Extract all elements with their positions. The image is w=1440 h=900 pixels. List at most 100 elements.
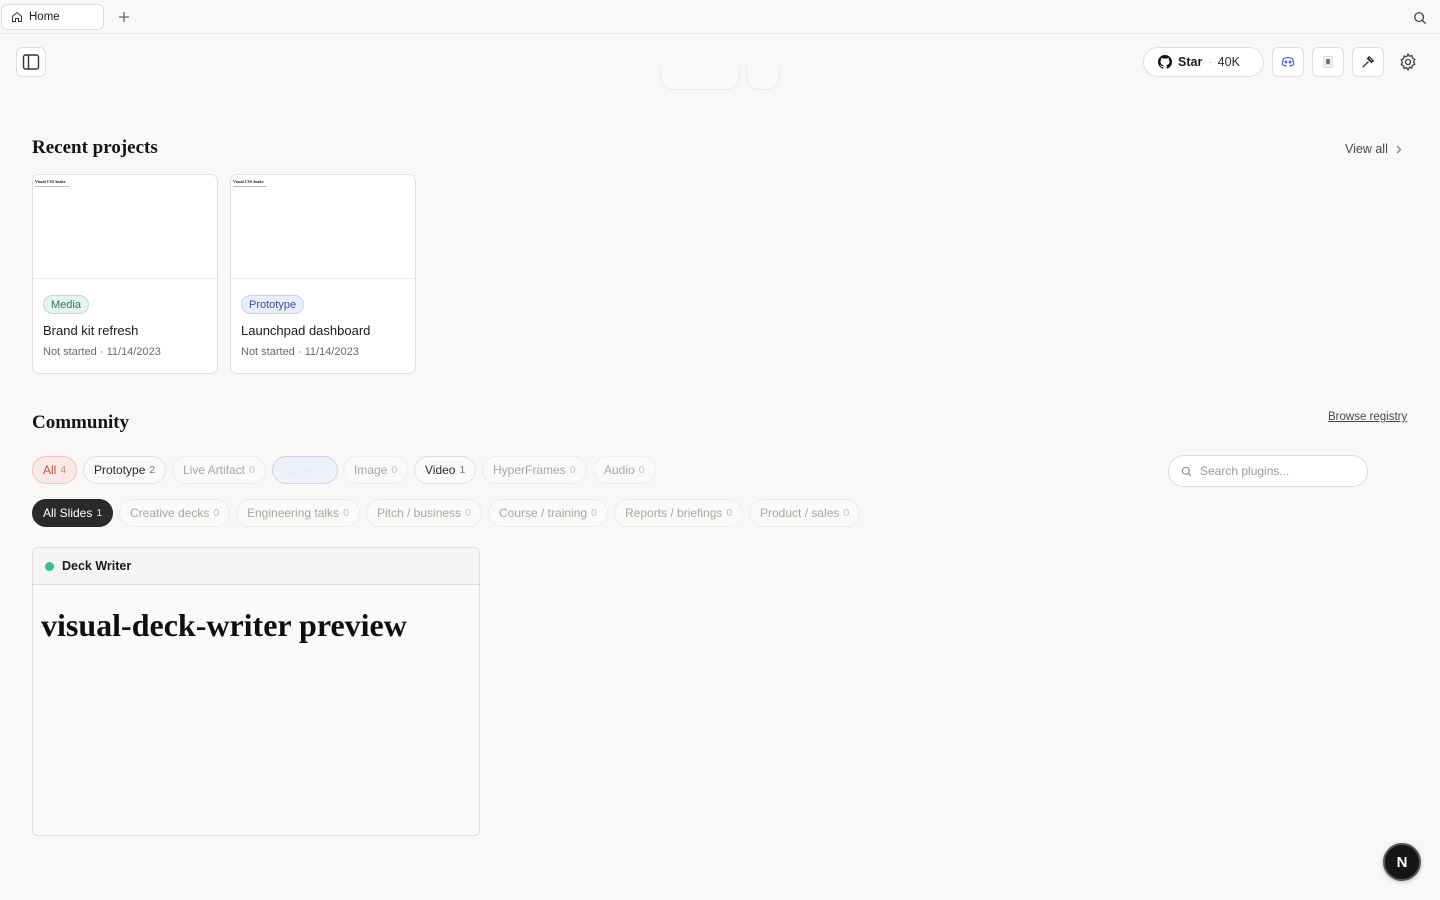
chip-label: Engineering talks: [247, 506, 340, 520]
sidebar-toggle-button[interactable]: [16, 47, 46, 77]
new-tab-button[interactable]: [116, 9, 132, 25]
discord-icon: [1281, 56, 1295, 67]
bookmark-icon: [1323, 56, 1333, 68]
bookmark-button[interactable]: [1312, 47, 1344, 77]
filter-chip-all[interactable]: All 4: [32, 456, 78, 484]
hammer-icon: [1362, 55, 1375, 68]
plugin-card[interactable]: Deck Writer visual-deck-writer preview: [32, 547, 480, 836]
chip-label: Creative decks: [130, 506, 210, 520]
chevron-right-icon: [1396, 145, 1402, 153]
chip-label: Pitch / business: [377, 506, 462, 520]
subfilter-chip-product-sales[interactable]: Product / sales 0: [749, 499, 861, 527]
plus-icon: [119, 12, 129, 22]
subfilter-chip-creative-decks[interactable]: Creative decks 0: [119, 499, 231, 527]
browse-registry-link[interactable]: Browse registry: [1328, 411, 1407, 423]
search-icon[interactable]: [1413, 11, 1427, 25]
chip-label: Prototype: [94, 463, 146, 477]
chip-label: Slides: [283, 463, 316, 477]
view-all-link[interactable]: View all: [1345, 142, 1402, 156]
view-all-label: View all: [1345, 142, 1388, 156]
project-status: Not started: [43, 346, 97, 358]
next-dev-badge[interactable]: N: [1383, 843, 1421, 881]
status-dot: [45, 561, 54, 571]
project-meta: Not started · 11/14/2023: [43, 346, 161, 358]
chip-count: 0: [465, 507, 471, 519]
filter-chip-audio[interactable]: Audio 0: [593, 456, 656, 484]
project-card[interactable]: Visual CSS Snake Media Brand kit refresh…: [32, 174, 218, 374]
subfilter-chip-engineering-talks[interactable]: Engineering talks 0: [236, 499, 360, 527]
chip-label: Audio: [604, 463, 635, 477]
chip-label: Image: [354, 463, 388, 477]
star-count: 40K: [1217, 55, 1240, 69]
plugin-name: Deck Writer: [62, 559, 132, 573]
filter-chip-hyperframes[interactable]: HyperFrames 0: [482, 456, 587, 484]
tab-label: Home: [29, 11, 60, 23]
gear-icon[interactable]: [1398, 52, 1418, 72]
chip-count: 0: [591, 507, 597, 519]
subfilter-chip-pitch-business[interactable]: Pitch / business 0: [366, 499, 482, 527]
separator-dot: ·: [1208, 56, 1212, 68]
github-star-button[interactable]: Star · 40K: [1143, 47, 1264, 77]
subfilter-chip-reports-briefings[interactable]: Reports / briefings 0: [614, 499, 744, 527]
community-title: Community: [32, 412, 130, 433]
search-icon: [1181, 466, 1192, 476]
chip-label: Course / training: [499, 506, 588, 520]
project-meta: Not started · 11/14/2023: [241, 346, 359, 358]
project-card[interactable]: Visual CSS Snake Prototype Launchpad das…: [230, 174, 416, 374]
chip-count: 0: [343, 507, 349, 519]
chip-count: 1: [459, 464, 466, 476]
recent-projects-title: Recent projects: [32, 137, 158, 158]
project-thumbnail: Visual CSS Snake: [33, 175, 217, 279]
thumbnail-title: Visual CSS Snake: [35, 179, 66, 184]
chip-count: 1: [319, 464, 326, 476]
tools-button[interactable]: [1352, 47, 1384, 77]
tab-bar: Home: [0, 0, 1440, 34]
filter-chip-prototype[interactable]: Prototype 2: [83, 456, 167, 484]
chip-count: 1: [96, 507, 103, 519]
sidebar-icon: [22, 54, 40, 70]
chip-label: Reports / briefings: [625, 506, 723, 520]
project-status: Not started: [241, 346, 295, 358]
chip-count: 0: [391, 464, 398, 476]
github-icon: [1158, 55, 1172, 69]
chip-count: 2: [149, 464, 156, 476]
project-name: Brand kit refresh: [43, 323, 139, 338]
search-plugins-input[interactable]: [1200, 464, 1350, 478]
collapsed-control: [660, 66, 740, 90]
plugin-preview: visual-deck-writer preview: [41, 607, 407, 643]
chip-label: All Slides: [43, 506, 93, 520]
thumbnail-line: [233, 186, 267, 187]
project-date: 11/14/2023: [106, 346, 161, 358]
plugin-card-header: Deck Writer: [33, 548, 479, 585]
chip-label: Live Artifact: [183, 463, 246, 477]
discord-button[interactable]: [1272, 47, 1304, 77]
project-date: 11/14/2023: [304, 346, 359, 358]
chip-label: Video: [425, 463, 456, 477]
chip-count: 0: [569, 464, 576, 476]
home-icon: [12, 11, 22, 22]
subfilter-chip-course-training[interactable]: Course / training 0: [488, 499, 608, 527]
filter-chip-image[interactable]: Image 0: [343, 456, 409, 484]
chip-count: 0: [249, 464, 255, 476]
filter-chip-video[interactable]: Video 1: [414, 456, 477, 484]
chip-label: HyperFrames: [493, 463, 566, 477]
chip-count: 4: [60, 464, 67, 476]
project-type-badge: Media: [43, 295, 89, 314]
project-thumbnail: Visual CSS Snake: [231, 175, 415, 279]
filter-chip-slides[interactable]: Slides 1: [272, 456, 338, 484]
chip-label: All: [43, 463, 57, 477]
project-type-badge: Prototype: [241, 295, 305, 314]
thumbnail-line: [35, 186, 69, 187]
chip-label: Product / sales: [760, 506, 840, 520]
project-name: Launchpad dashboard: [241, 323, 371, 338]
subfilter-chip-all-slides[interactable]: All Slides 1: [32, 499, 114, 527]
star-label: Star: [1178, 55, 1203, 69]
chip-count: 0: [638, 464, 645, 476]
chip-count: 0: [843, 507, 850, 519]
tab-home[interactable]: Home: [1, 4, 104, 30]
filter-chip-live-artifact[interactable]: Live Artifact 0: [172, 456, 266, 484]
thumbnail-title: Visual CSS Snake: [233, 179, 264, 184]
plugin-search[interactable]: [1168, 455, 1368, 487]
chip-count: 0: [213, 507, 220, 519]
chip-count: 0: [726, 507, 733, 519]
